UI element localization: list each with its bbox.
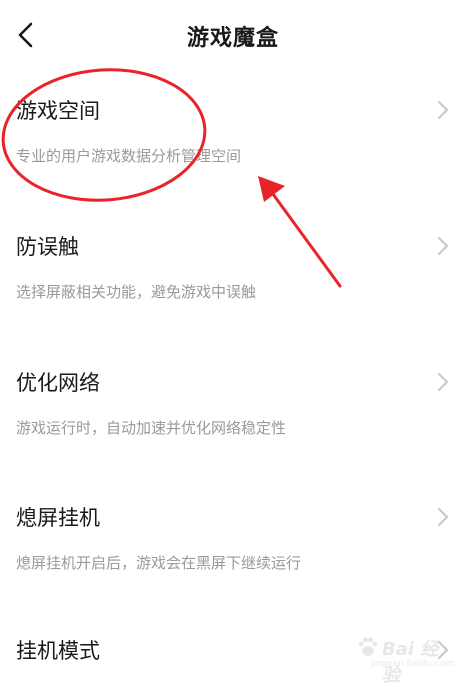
watermark-url: jingyan.baidu.com xyxy=(370,659,454,669)
chevron-right-icon xyxy=(438,508,448,526)
paw-logo-icon xyxy=(358,637,378,656)
setting-desc: 专业的用户游戏数据分析管理空间 xyxy=(16,147,242,165)
chevron-right-icon xyxy=(438,237,448,255)
setting-title: 熄屏挂机 xyxy=(16,506,100,530)
setting-game-space[interactable]: 游戏空间 专业的用户游戏数据分析管理空间 xyxy=(0,95,466,215)
baidu-jingyan-watermark: Bai 经验 jingyan.baidu.com xyxy=(356,635,454,686)
chevron-right-icon xyxy=(438,101,448,119)
setting-title: 游戏空间 xyxy=(16,99,100,123)
page-title: 游戏魔盒 xyxy=(186,26,279,51)
setting-anti-mistouch[interactable]: 防误触 选择屏蔽相关功能，避免游戏中误触 xyxy=(0,231,466,351)
chevron-right-icon xyxy=(438,373,448,391)
header-bar: 游戏魔盒 xyxy=(0,0,466,70)
setting-title: 挂机模式 xyxy=(16,639,100,663)
setting-optimize-network[interactable]: 优化网络 游戏运行时，自动加速并优化网络稳定性 xyxy=(0,367,466,487)
setting-title: 防误触 xyxy=(16,235,79,259)
setting-desc: 游戏运行时，自动加速并优化网络稳定性 xyxy=(16,419,287,437)
setting-desc: 选择屏蔽相关功能，避免游戏中误触 xyxy=(16,283,257,301)
setting-screen-off-idle[interactable]: 熄屏挂机 熄屏挂机开启后，游戏会在黑屏下继续运行 xyxy=(0,502,466,622)
setting-title: 优化网络 xyxy=(16,371,100,395)
setting-desc: 熄屏挂机开启后，游戏会在黑屏下继续运行 xyxy=(16,554,302,572)
